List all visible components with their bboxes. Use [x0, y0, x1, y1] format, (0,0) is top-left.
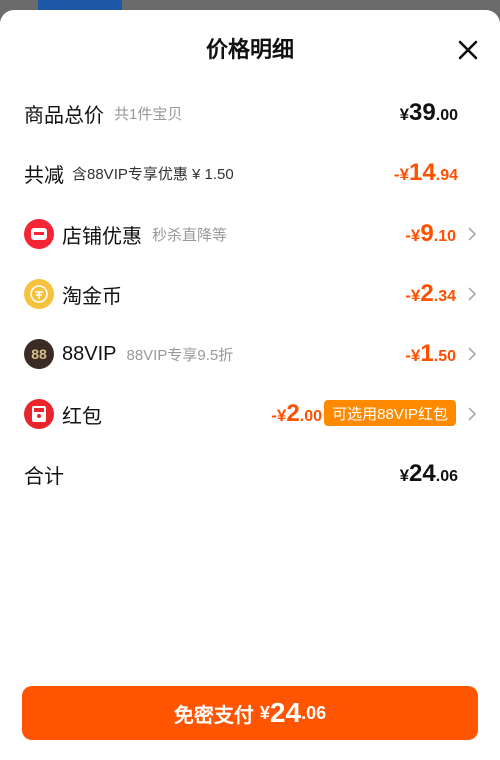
amount-int: 14 [409, 159, 436, 186]
amount-int: 1 [420, 340, 434, 367]
pay-amount-dec: .06 [301, 702, 327, 723]
reduction-label: 共减 [24, 164, 64, 187]
row-red-packet[interactable]: 红包 -¥2.00 可选用88VIP红包 [24, 396, 478, 432]
row-taobao-coin[interactable]: 淘金币 -¥2.34 [24, 276, 478, 312]
red-packet-badge[interactable]: 可选用88VIP红包 [324, 400, 456, 426]
reduction-amount: -¥14.94 [394, 159, 458, 187]
amount-dec: .34 [433, 288, 456, 305]
shop-discount-label: 店铺优惠 [62, 225, 142, 248]
vip-label: 88VIP [62, 342, 117, 365]
chevron-right-icon [468, 227, 477, 241]
chevron-right-icon [468, 287, 477, 301]
price-detail-sheet: 价格明细 商品总价 共1件宝贝 ¥39.00 共减 含88VIP专享优惠 ¥ 1… [0, 10, 500, 760]
row-shop-discount[interactable]: 店铺优惠 秒杀直降等 -¥9.10 [24, 216, 478, 252]
vip-amount: -¥1.50 [405, 340, 456, 368]
pay-yen: ¥ [259, 702, 270, 723]
minus-yen: -¥ [405, 286, 421, 305]
amount-int: 2 [286, 400, 300, 427]
coin-icon [24, 279, 54, 309]
amount-dec: .00 [299, 408, 322, 425]
amount-int: 24 [409, 460, 436, 487]
red-packet-amount: -¥2.00 [271, 400, 322, 428]
coin-amount: -¥2.34 [405, 280, 456, 308]
coin-label: 淘金币 [62, 285, 122, 308]
yen-sign: ¥ [399, 466, 410, 485]
red-packet-icon [24, 399, 54, 429]
shop-discount-amount: -¥9.10 [405, 220, 456, 248]
amount-dec: .10 [433, 228, 456, 245]
amount-int: 9 [420, 220, 434, 247]
goods-total-amount: ¥39.00 [400, 99, 458, 127]
row-total-reduction: 共减 含88VIP专享优惠 ¥ 1.50 -¥14.94 [24, 155, 478, 191]
minus-yen: -¥ [405, 226, 421, 245]
vip-88-icon: 88 [24, 339, 54, 369]
amount-int: 2 [420, 280, 434, 307]
goods-count: 共1件宝贝 [114, 105, 183, 123]
reduction-note: 含88VIP专享优惠 ¥ 1.50 [72, 165, 234, 183]
minus-yen: -¥ [271, 406, 287, 425]
sheet-title: 价格明细 [205, 37, 294, 62]
amount-int: 39 [409, 99, 436, 126]
minus-yen: -¥ [405, 346, 421, 365]
pay-amount-int: 24 [269, 697, 302, 728]
grand-total-amount: ¥24.06 [400, 460, 458, 488]
yen-sign: ¥ [399, 105, 410, 124]
row-grand-total: 合计 ¥24.06 [24, 456, 478, 492]
pay-button-label: 免密支付 [173, 704, 254, 727]
shop-discount-note: 秒杀直降等 [152, 226, 228, 244]
goods-total-label: 商品总价 [24, 104, 104, 127]
vip-note: 88VIP专享9.5折 [126, 346, 234, 364]
minus-yen: -¥ [393, 165, 410, 184]
row-88vip[interactable]: 88 88VIP 88VIP专享9.5折 -¥1.50 [24, 336, 478, 372]
red-packet-label: 红包 [62, 405, 102, 428]
amount-dec: .00 [435, 107, 458, 124]
grand-total-label: 合计 [24, 465, 64, 488]
chevron-right-icon [468, 347, 477, 361]
amount-dec: .94 [435, 167, 458, 184]
amount-dec: .50 [433, 348, 456, 365]
close-icon[interactable] [456, 38, 480, 62]
pay-button[interactable]: 免密支付 ¥24.06 [22, 686, 478, 740]
shop-icon [24, 219, 54, 249]
chevron-right-icon [468, 407, 477, 421]
amount-dec: .06 [435, 468, 458, 485]
row-goods-total: 商品总价 共1件宝贝 ¥39.00 [24, 95, 478, 131]
